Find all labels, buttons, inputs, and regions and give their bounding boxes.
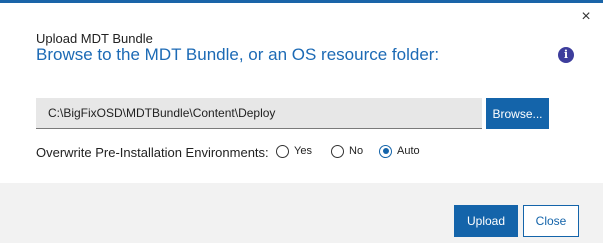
radio-auto[interactable] bbox=[379, 144, 392, 158]
radio-no-label: No bbox=[349, 145, 364, 157]
dialog-top-accent-bar bbox=[0, 0, 603, 3]
dialog-footer: Upload Close bbox=[0, 183, 603, 243]
info-icon[interactable]: i bbox=[558, 47, 574, 63]
dialog-subtitle: Upload MDT Bundle bbox=[36, 31, 153, 46]
close-button[interactable]: Close bbox=[523, 205, 579, 237]
overwrite-label: Overwrite Pre-Installation Environments: bbox=[36, 145, 269, 160]
radio-yes[interactable] bbox=[276, 144, 289, 158]
browse-button[interactable]: Browse... bbox=[486, 98, 549, 129]
close-icon[interactable]: × bbox=[578, 9, 594, 25]
dialog-title: Browse to the MDT Bundle, or an OS resou… bbox=[36, 45, 440, 64]
radio-yes-label: Yes bbox=[294, 145, 312, 157]
radio-auto-label: Auto bbox=[397, 145, 420, 157]
bundle-path-field[interactable]: C:\BigFixOSD\MDTBundle\Content\Deploy bbox=[36, 98, 482, 129]
radio-option-yes[interactable]: Yes bbox=[276, 142, 312, 160]
upload-button[interactable]: Upload bbox=[454, 205, 518, 237]
radio-no[interactable] bbox=[331, 144, 344, 158]
radio-option-no[interactable]: No bbox=[331, 142, 363, 160]
radio-option-auto[interactable]: Auto bbox=[379, 142, 420, 160]
